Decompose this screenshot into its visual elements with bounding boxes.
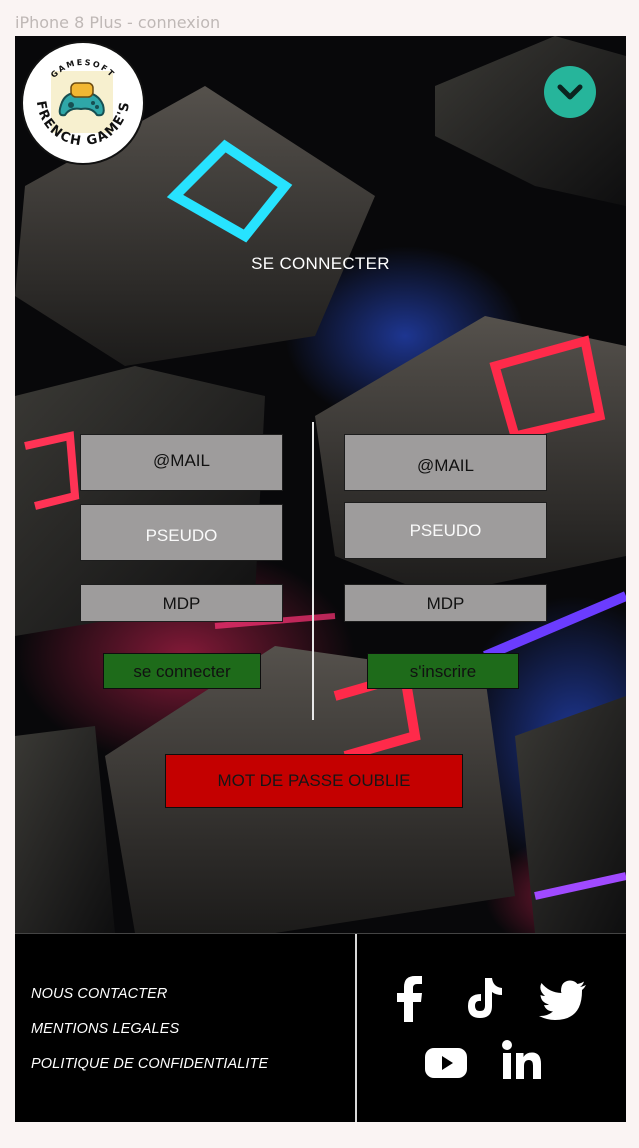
page-title: SE CONNECTER (251, 254, 390, 273)
register-password-placeholder: MDP (426, 594, 465, 613)
svg-text:FRENCH GAME'S: FRENCH GAME'S (33, 100, 133, 150)
login-button[interactable]: se connecter (103, 653, 261, 689)
logo-bottom-text: FRENCH GAME'S (33, 100, 132, 150)
register-password-field[interactable]: MDP (344, 584, 547, 622)
frame-label: iPhone 8 Plus - connexion (15, 13, 221, 32)
register-pseudo-placeholder: PSEUDO (409, 521, 482, 540)
youtube-link[interactable] (425, 1048, 467, 1078)
login-email-placeholder: @MAIL (153, 451, 210, 470)
forms-divider (312, 422, 314, 720)
facebook-link[interactable] (393, 976, 425, 1022)
facebook-icon (397, 976, 422, 1022)
twitter-link[interactable] (539, 980, 587, 1020)
forgot-password-button[interactable]: MOT DE PASSE OUBLIE (165, 754, 463, 808)
footer-link-legal[interactable]: MENTIONS LEGALES (31, 1021, 179, 1037)
footer-link-privacy[interactable]: POLITIQUE DE CONFIDENTIALITE (31, 1056, 268, 1072)
linkedin-icon (502, 1040, 541, 1079)
register-email-field[interactable]: @MAIL (344, 434, 547, 491)
login-password-placeholder: MDP (162, 594, 201, 613)
login-pseudo-placeholder: PSEUDO (145, 526, 218, 545)
tiktok-link[interactable] (464, 976, 504, 1020)
svg-text:GAMESOFT: GAMESOFT (49, 58, 117, 80)
hero-background: GAMESOFT FRENCH GAME'S SE CONNECTER @MAI… (15, 36, 626, 933)
login-password-field[interactable]: MDP (80, 584, 283, 622)
register-email-placeholder: @MAIL (417, 456, 474, 475)
brand-logo[interactable]: GAMESOFT FRENCH GAME'S (23, 43, 143, 163)
menu-dropdown-button[interactable] (544, 66, 596, 118)
footer-divider (355, 934, 357, 1122)
twitter-icon (539, 980, 586, 1020)
footer: NOUS CONTACTER MENTIONS LEGALES POLITIQU… (15, 933, 626, 1122)
app-screen: GAMESOFT FRENCH GAME'S SE CONNECTER @MAI… (15, 36, 626, 1122)
login-email-field[interactable]: @MAIL (80, 434, 283, 491)
register-pseudo-field[interactable]: PSEUDO (344, 502, 547, 559)
linkedin-link[interactable] (502, 1040, 542, 1080)
logo-top-text: GAMESOFT (49, 58, 115, 80)
footer-link-contact[interactable]: NOUS CONTACTER (31, 986, 167, 1002)
logo-ring-text: GAMESOFT FRENCH GAME'S (33, 58, 133, 150)
chevron-down-icon (557, 84, 583, 100)
youtube-icon (425, 1048, 467, 1078)
register-button[interactable]: s'inscrire (367, 653, 519, 689)
login-pseudo-field[interactable]: PSEUDO (80, 504, 283, 561)
tiktok-icon (468, 978, 502, 1018)
